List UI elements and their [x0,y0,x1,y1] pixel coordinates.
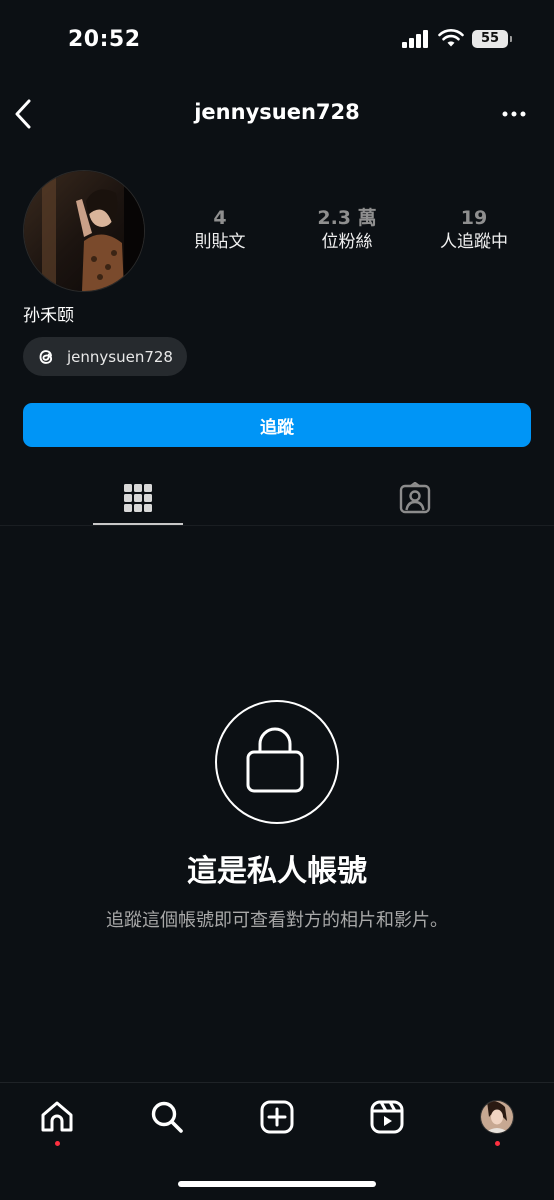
follow-button[interactable]: 追蹤 [23,403,531,447]
nav-reels[interactable] [367,1097,407,1137]
tagged-icon [399,482,431,514]
profile-username: jennysuen728 [194,100,360,124]
stat-followers-label: 位粉絲 [321,232,373,252]
stat-posts-value: 4 [213,207,227,229]
private-account-title: 這是私人帳號 [187,854,367,889]
nav-search[interactable] [147,1097,187,1137]
stat-following-label: 人追蹤中 [440,232,508,252]
private-account-subtitle: 追蹤這個帳號即可查看對方的相片和影片。 [106,910,448,931]
stat-following-value: 19 [460,207,488,229]
stat-followers[interactable]: 2.3 萬 位粉絲 [277,206,417,254]
stat-followers-value: 2.3 萬 [317,207,377,229]
profile-full-name: 孙禾颐 [23,306,74,326]
tab-posts-grid[interactable] [118,478,158,518]
active-tab-indicator [93,523,183,525]
tab-divider [0,525,554,526]
tab-tagged[interactable] [395,478,435,518]
avatar-photo [24,171,144,291]
stat-posts[interactable]: 4 則貼文 [150,206,290,254]
status-time: 20:52 [68,27,141,52]
wifi-icon [438,29,464,47]
home-icon [41,1101,73,1132]
stat-posts-label: 則貼文 [194,232,246,252]
battery-indicator: 55 [472,29,512,48]
nav-profile-avatar [480,1100,514,1134]
threads-link[interactable]: jennysuen728 [23,337,187,376]
lock-icon [246,727,304,793]
reels-icon [370,1100,404,1134]
threads-handle: jennysuen728 [67,347,173,366]
threads-icon [39,349,53,364]
bottom-nav-divider [0,1082,554,1083]
create-icon [260,1100,294,1134]
profile-notification-dot [495,1141,500,1146]
profile-avatar[interactable] [23,170,145,292]
more-icon[interactable] [502,108,526,120]
lock-badge [215,700,339,824]
nav-home[interactable] [37,1097,77,1137]
signal-icon [402,29,428,48]
grid-icon [124,484,152,512]
status-icons: 55 [402,29,512,48]
stat-following[interactable]: 19 人追蹤中 [404,206,544,254]
search-icon [151,1101,183,1133]
nav-profile[interactable] [477,1097,517,1137]
home-notification-dot [55,1141,60,1146]
home-indicator [178,1181,376,1187]
nav-create[interactable] [257,1097,297,1137]
